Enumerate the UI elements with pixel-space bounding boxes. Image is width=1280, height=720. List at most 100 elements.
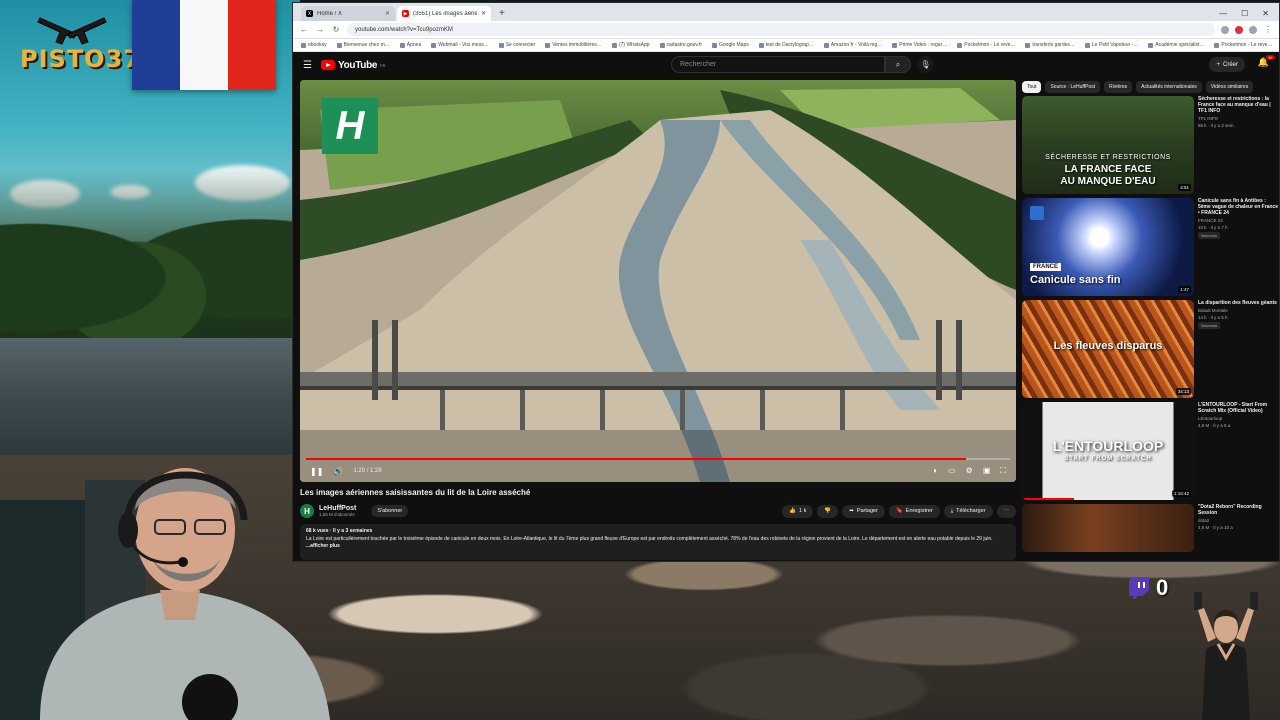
download-icon: ⤓ bbox=[950, 507, 954, 514]
create-button[interactable]: + Créer bbox=[1209, 57, 1245, 72]
tab-label: Home / X bbox=[317, 10, 343, 17]
menu-dots-icon[interactable]: ⋮ bbox=[1263, 25, 1273, 34]
bookmark[interactable]: Webmail - Vos mess… bbox=[431, 42, 489, 48]
search-button[interactable]: ⌕ bbox=[885, 56, 911, 73]
bookmark[interactable]: Académie spécialist… bbox=[1148, 42, 1204, 48]
save-button[interactable]: 🔖 Enregistrer bbox=[888, 504, 940, 518]
huffpost-logo-overlay: H bbox=[322, 98, 378, 154]
extension-icon[interactable] bbox=[1221, 25, 1229, 34]
watched-progress bbox=[1022, 498, 1074, 500]
subtitles-icon[interactable]: ▭ bbox=[948, 466, 956, 476]
follower-counter: 0 bbox=[1128, 575, 1168, 601]
search-icon: ⌕ bbox=[895, 59, 901, 69]
new-tab-button[interactable]: + bbox=[493, 6, 511, 21]
description-box[interactable]: 68 k vues · Il y a 3 semaines La Loire e… bbox=[300, 524, 1016, 560]
chip-source[interactable]: Source : LeHuffPost bbox=[1045, 81, 1101, 93]
hamburger-menu-icon[interactable]: ☰ bbox=[303, 60, 321, 71]
back-icon[interactable]: ← bbox=[299, 25, 309, 34]
bookmark[interactable]: Se connecter bbox=[498, 42, 535, 48]
recommendation-info: Canicule sans fin à Antibes : 5ème vague… bbox=[1198, 198, 1279, 239]
bookmark[interactable]: Google Maps bbox=[712, 42, 749, 48]
reload-icon[interactable]: ↻ bbox=[331, 25, 341, 34]
more-actions-button[interactable]: ⋯ bbox=[996, 504, 1016, 518]
close-icon[interactable]: ✕ bbox=[481, 10, 486, 17]
url-input[interactable]: youtube.com/watch?v=Tcu9pozmKM bbox=[347, 23, 1215, 36]
thumbnail-heatwave: FRANCE Canicule sans fin 1:47 bbox=[1022, 198, 1194, 296]
tab-bar: X Home / X ✕ ▶ (3551) Les images aérienn… bbox=[293, 3, 1279, 21]
search-input[interactable]: Rechercher bbox=[671, 56, 885, 73]
stream-scene: PISTO37 X Home / X ✕ ▶ (3551) Les images… bbox=[0, 0, 1280, 720]
bookmarks-bar: ebooksy Bienvenue chez m… Apnea Webmail … bbox=[293, 39, 1279, 52]
fullscreen-icon[interactable]: ⛶ bbox=[1000, 466, 1006, 476]
recommendation-item[interactable]: FRANCE Canicule sans fin 1:47 Canicule s… bbox=[1022, 198, 1280, 299]
chip-rivers[interactable]: Rivières bbox=[1104, 81, 1133, 93]
duration-badge: 1:47 bbox=[1178, 286, 1191, 293]
bookmark[interactable]: transferts gardes… bbox=[1025, 42, 1075, 48]
settings-gear-icon[interactable]: ⚙ bbox=[966, 466, 973, 476]
show-more-link[interactable]: ...afficher plus bbox=[306, 543, 1010, 551]
voice-search-button[interactable]: 🎙 bbox=[917, 56, 934, 73]
video-player[interactable]: H ❚❚ 🔊 1:20 / 1:28 ◐ ▭ ⚙ ▣ ⛶ bbox=[300, 80, 1016, 482]
recommendation-info: "Dota2 Reborn" Recording Session dota2 4… bbox=[1198, 504, 1262, 530]
duration-badge: 4:51 bbox=[1178, 184, 1191, 191]
thumbnail-rivers: Les fleuves disparus 34:13 bbox=[1022, 300, 1194, 398]
recommendation-item[interactable]: L'ENTOURLOOP START FROM SCRATCH 1:16:42 … bbox=[1022, 402, 1280, 503]
bookmark[interactable]: Pocketmon - Le reve… bbox=[957, 42, 1015, 48]
tab-youtube[interactable]: ▶ (3551) Les images aérienn… ✕ bbox=[397, 6, 491, 21]
bookmark[interactable]: Prime Video : regar… bbox=[892, 42, 947, 48]
bookmark[interactable]: Apnea bbox=[399, 42, 421, 48]
duration-badge: 34:13 bbox=[1175, 388, 1191, 395]
chip-international-news[interactable]: Actualités internationales bbox=[1136, 81, 1202, 93]
youtube-play-icon bbox=[321, 60, 335, 70]
gunman-figure bbox=[1194, 592, 1258, 720]
extension-icon[interactable] bbox=[1235, 25, 1243, 34]
recommendation-item[interactable]: SÉCHERESSE ET RESTRICTIONS LA FRANCE FAC… bbox=[1022, 96, 1280, 197]
video-frame-aerial-loire bbox=[300, 80, 1016, 482]
bookmark[interactable]: Bienvenue chez m… bbox=[336, 42, 390, 48]
browser-window: X Home / X ✕ ▶ (3551) Les images aérienn… bbox=[292, 2, 1280, 562]
extension-icon[interactable] bbox=[1249, 25, 1257, 34]
counter-value: 0 bbox=[1156, 575, 1169, 600]
crossed-pistols-icon bbox=[37, 17, 107, 45]
tab-x[interactable]: X Home / X ✕ bbox=[301, 6, 395, 21]
notification-count-badge: 9+ bbox=[1266, 55, 1275, 60]
maximize-icon[interactable]: ☐ bbox=[1241, 6, 1248, 21]
bookmark[interactable]: Le Petit Vapoteur -… bbox=[1084, 42, 1138, 48]
player-controls: ❚❚ 🔊 1:20 / 1:28 ◐ ▭ ⚙ ▣ ⛶ bbox=[300, 460, 1016, 482]
bookmark[interactable]: cadastre.gouv.fr bbox=[659, 42, 702, 48]
forward-icon[interactable]: → bbox=[315, 25, 325, 34]
miniplayer-icon[interactable]: ▣ bbox=[983, 466, 991, 476]
subscribe-button[interactable]: S'abonner bbox=[371, 505, 409, 517]
video-actions: 👍 1 k 👎 ➦ Partager 🔖 Enregistrer ⤓ Télécharg… bbox=[782, 504, 1016, 518]
like-button[interactable]: 👍 1 k bbox=[782, 504, 814, 518]
twitch-icon bbox=[1129, 577, 1149, 599]
bookmark[interactable]: Pocketmon - Le reve… bbox=[1214, 42, 1273, 48]
close-window-icon[interactable]: ✕ bbox=[1262, 6, 1269, 21]
minimize-icon[interactable]: — bbox=[1219, 6, 1227, 21]
chip-similar-videos[interactable]: Vidéos similaires bbox=[1205, 81, 1254, 93]
recommendations-list: SÉCHERESSE ET RESTRICTIONS LA FRANCE FAC… bbox=[1022, 96, 1280, 555]
player-right-controls: ◐ ▭ ⚙ ▣ ⛶ bbox=[933, 466, 1006, 476]
channel-row: H LeHuffPost 1,55 M d'abonnés S'abonner … bbox=[300, 501, 1016, 521]
youtube-logo[interactable]: YouTube FR bbox=[321, 60, 386, 71]
france24-logo bbox=[1030, 206, 1044, 220]
download-button[interactable]: ⤓ Télécharger bbox=[943, 504, 993, 518]
dislike-button[interactable]: 👎 bbox=[817, 504, 839, 518]
bookmark-icon: 🔖 bbox=[895, 508, 903, 514]
bookmark[interactable]: test de Dactylograp… bbox=[758, 42, 814, 48]
bookmark[interactable]: ebooksy bbox=[301, 42, 327, 48]
recommendation-info: La disparition des fleuves géants Baladi… bbox=[1198, 300, 1277, 329]
streamer-logo-text: PISTO37 bbox=[20, 45, 141, 73]
recommendation-item[interactable]: Les fleuves disparus 34:13 La disparitio… bbox=[1022, 300, 1280, 401]
video-stats: 68 k vues · Il y a 3 semaines bbox=[306, 528, 373, 534]
bookmark[interactable]: Ventes immobilières… bbox=[545, 42, 602, 48]
youtube-header: ☰ YouTube FR Rechercher ⌕ 🎙 + Créer 🔔 9+ bbox=[293, 53, 1280, 77]
chip-all[interactable]: Tout bbox=[1022, 81, 1042, 93]
autoplay-toggle-icon[interactable]: ◐ bbox=[933, 466, 938, 476]
close-icon[interactable]: ✕ bbox=[385, 10, 390, 17]
bookmark[interactable]: Amazon.fr - Voilà mg… bbox=[823, 42, 882, 48]
recommendation-item[interactable]: "Dota2 Reborn" Recording Session dota2 4… bbox=[1022, 504, 1280, 554]
plus-icon: + bbox=[1216, 61, 1220, 68]
bookmark[interactable]: (7) WhatsApp bbox=[611, 42, 650, 48]
share-button[interactable]: ➦ Partager bbox=[842, 504, 885, 518]
